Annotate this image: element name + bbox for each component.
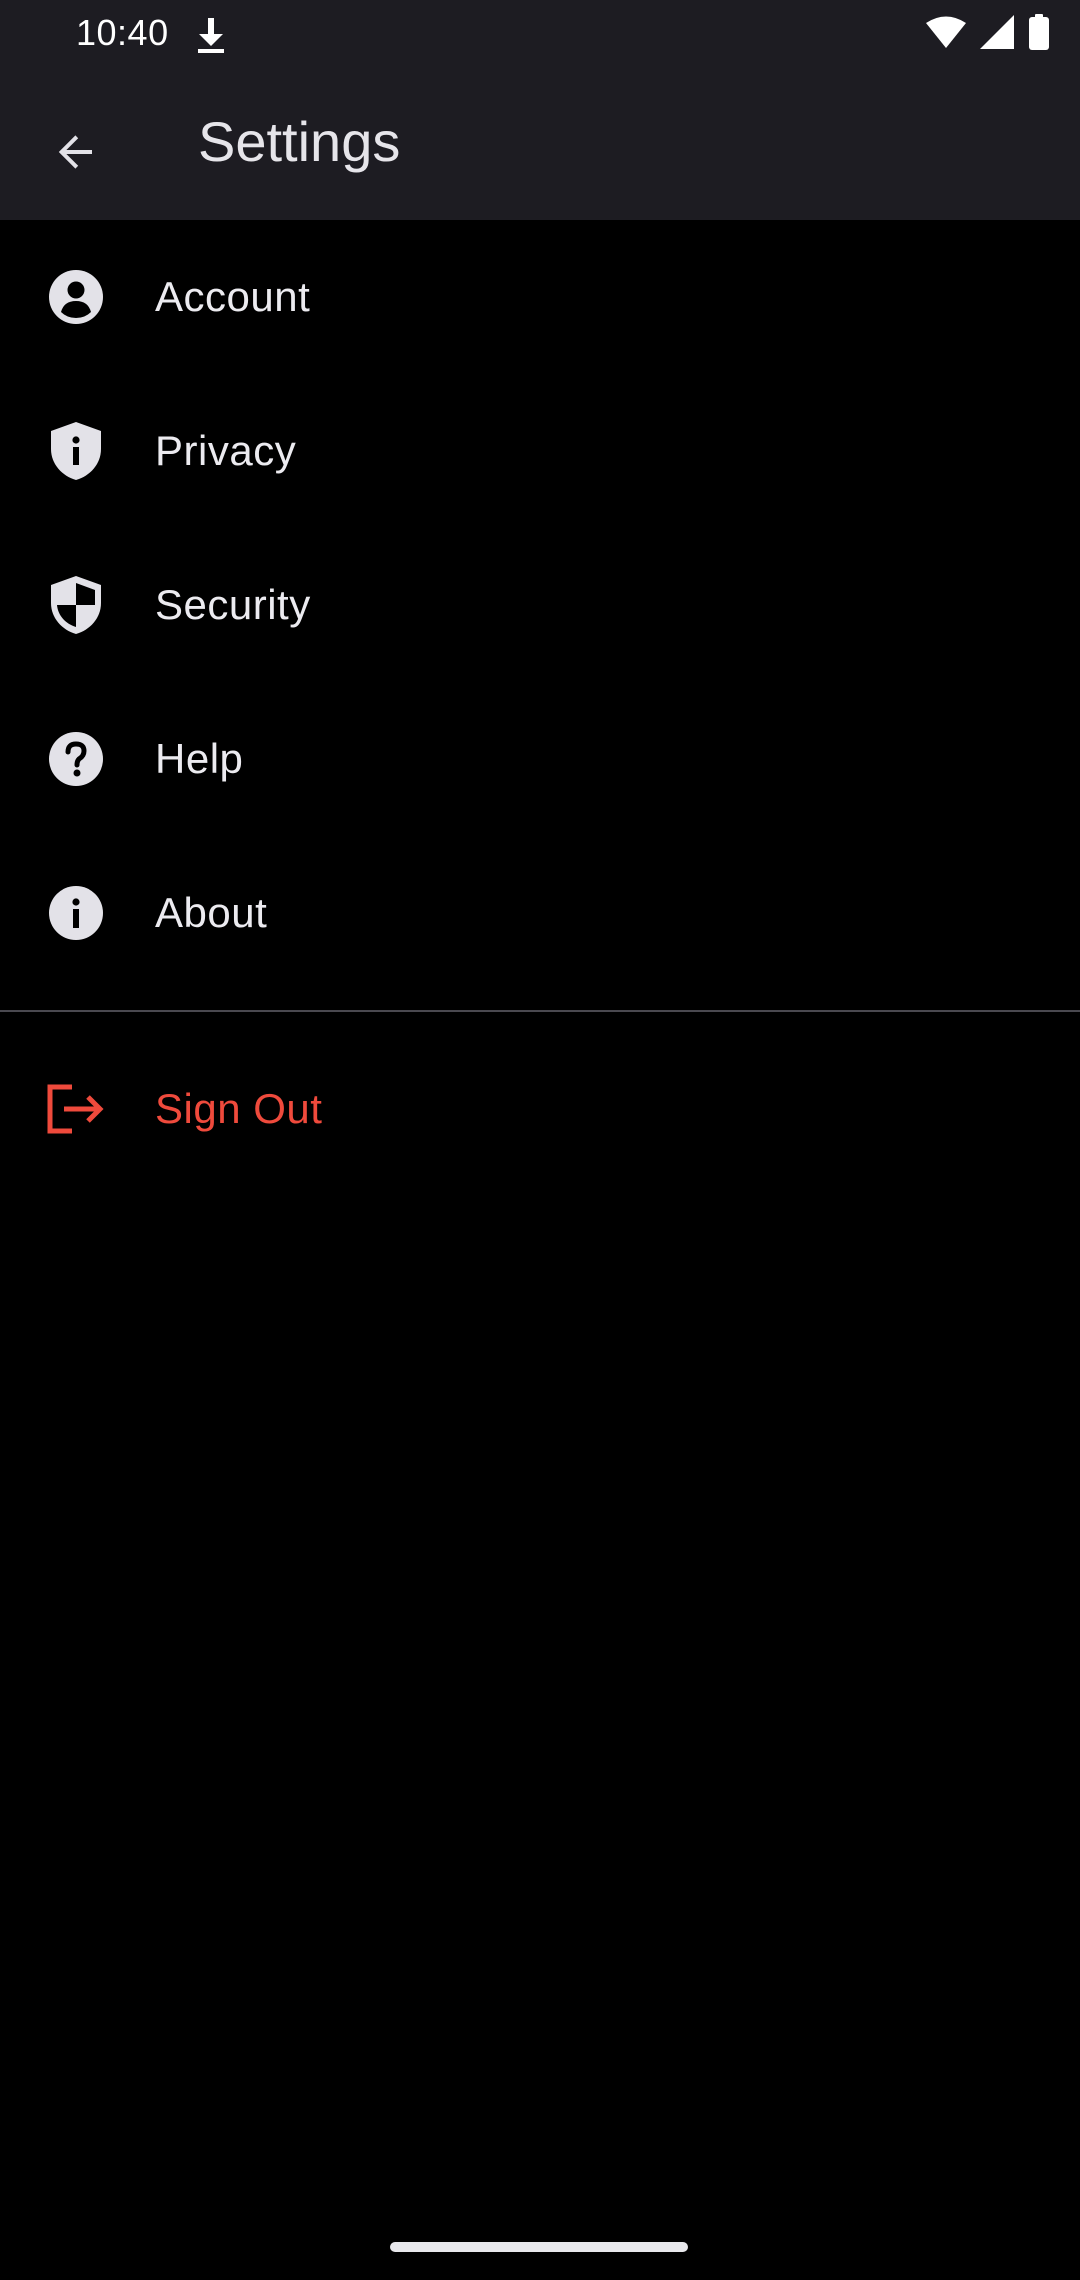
menu-item-label: About <box>155 889 268 936</box>
settings-menu: Account Privacy Security Help About <box>0 220 1080 990</box>
page-title: Settings <box>198 110 401 173</box>
sign-out-label: Sign Out <box>155 1085 323 1132</box>
back-button[interactable] <box>34 112 118 196</box>
menu-item-label: Account <box>155 273 311 320</box>
app-bar: Settings <box>0 72 1080 220</box>
menu-item-help[interactable]: Help <box>0 682 1080 836</box>
divider <box>0 1010 1080 1012</box>
menu-item-label: Privacy <box>155 427 297 474</box>
home-indicator[interactable] <box>390 2242 688 2252</box>
logout-icon <box>46 1079 106 1139</box>
menu-item-account[interactable]: Account <box>0 220 1080 374</box>
wifi-icon <box>926 16 966 53</box>
help-icon <box>46 729 106 789</box>
account-circle-icon <box>46 267 106 327</box>
status-icons <box>926 13 1050 55</box>
download-icon <box>194 16 228 56</box>
sign-out-button[interactable]: Sign Out <box>0 1032 1080 1186</box>
security-shield-icon <box>46 575 106 635</box>
menu-item-label: Security <box>155 581 311 628</box>
signal-icon <box>980 14 1014 54</box>
menu-item-security[interactable]: Security <box>0 528 1080 682</box>
battery-icon <box>1028 13 1050 55</box>
menu-item-privacy[interactable]: Privacy <box>0 374 1080 528</box>
status-time: 10:40 <box>76 12 169 53</box>
info-icon <box>46 883 106 943</box>
menu-item-about[interactable]: About <box>0 836 1080 990</box>
status-bar: 10:40 <box>0 0 1080 72</box>
privacy-shield-icon <box>46 421 106 481</box>
arrow-back-icon <box>52 128 100 181</box>
menu-item-label: Help <box>155 735 244 782</box>
